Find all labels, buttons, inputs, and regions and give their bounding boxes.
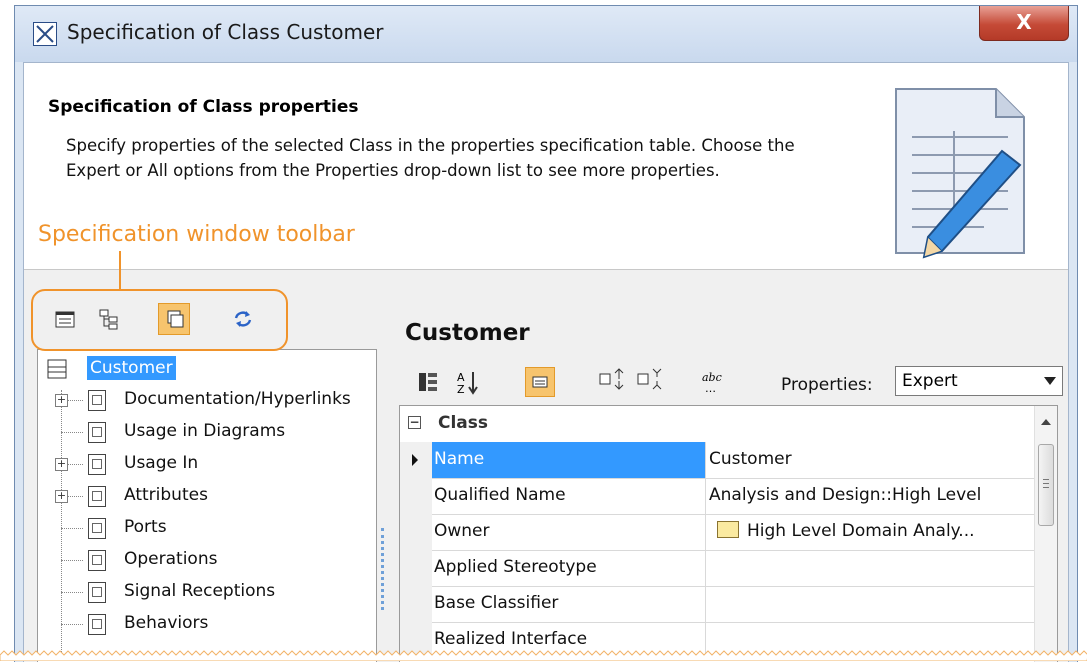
chevron-down-icon: [1044, 377, 1056, 385]
node-icon: [88, 518, 106, 539]
restore-window-icon[interactable]: [158, 303, 190, 335]
tree-item-attributes[interactable]: + Attributes: [38, 482, 368, 512]
property-name: Base Classifier: [432, 586, 706, 622]
annotation-connector: [119, 251, 121, 289]
property-grid[interactable]: − Class Name Customer Qualified Name Ana…: [399, 405, 1058, 662]
tree-item-label: Usage In: [124, 453, 199, 473]
grip-line: [1043, 479, 1049, 480]
tree-item-signal-receptions[interactable]: Signal Receptions: [38, 578, 368, 608]
tree-item-usage-in-diagrams[interactable]: Usage in Diagrams: [38, 418, 368, 448]
tree-item-usage-in[interactable]: + Usage In: [38, 450, 368, 480]
header-description: Specify properties of the selected Class…: [66, 136, 795, 180]
categorized-view-icon[interactable]: [413, 367, 443, 397]
row-gutter: [400, 550, 432, 586]
spelling-check-icon[interactable]: abc…: [699, 367, 729, 397]
property-row-qualified-name[interactable]: Qualified Name Analysis and Design::High…: [400, 478, 1035, 515]
property-name: Qualified Name: [432, 478, 706, 514]
node-icon: [88, 550, 106, 571]
header-title: Specification of Class properties: [48, 97, 359, 117]
node-icon: [88, 454, 106, 475]
tree-branch-line: [61, 528, 83, 529]
specification-icon: [33, 22, 57, 46]
title-bar[interactable]: Specification of Class Customer X: [15, 6, 1077, 62]
property-row-applied-stereotype[interactable]: Applied Stereotype: [400, 550, 1035, 587]
tree-item-ports[interactable]: Ports: [38, 514, 368, 544]
spec-element-title: Customer: [405, 320, 530, 346]
tree-branch-line: [61, 432, 83, 433]
refresh-icon[interactable]: [227, 303, 259, 335]
tree-item-operations[interactable]: Operations: [38, 546, 368, 576]
node-icon: [88, 486, 106, 507]
properties-dropdown-value: Expert: [902, 371, 958, 391]
property-row-owner[interactable]: Owner High Level Domain Analy...: [400, 514, 1035, 551]
tree-item-label: Usage in Diagrams: [124, 421, 286, 441]
pane-splitter[interactable]: [381, 528, 387, 610]
tree-root-customer[interactable]: Customer: [38, 354, 368, 384]
tree-branch-line: [61, 624, 83, 625]
property-row-name[interactable]: Name Customer: [400, 442, 1035, 479]
show-properties-icon[interactable]: [49, 303, 81, 335]
properties-dropdown[interactable]: Expert: [895, 366, 1063, 396]
row-gutter: [400, 442, 432, 478]
expand-icon[interactable]: +: [55, 394, 68, 407]
tree-item-label: Attributes: [124, 485, 208, 505]
show-tree-icon[interactable]: [93, 303, 125, 335]
node-icon: [88, 390, 106, 411]
document-pencil-icon: [884, 81, 1034, 261]
show-description-icon[interactable]: [525, 367, 555, 397]
class-icon: [47, 359, 67, 379]
group-label: Class: [438, 413, 489, 433]
expand-icon[interactable]: +: [55, 458, 68, 471]
collapse-all-icon[interactable]: [635, 367, 665, 397]
current-row-icon: [412, 454, 418, 466]
tree-item-label: Ports: [124, 517, 167, 537]
scrollbar-thumb[interactable]: [1038, 444, 1054, 526]
sort-alphabetical-icon[interactable]: AZ: [453, 367, 483, 397]
tree-root-label: Customer: [87, 356, 176, 380]
vertical-scrollbar[interactable]: [1034, 406, 1057, 662]
properties-label: Properties:: [781, 375, 873, 395]
property-name: Owner: [432, 514, 706, 550]
grip-line: [1043, 487, 1049, 488]
node-icon: [88, 582, 106, 603]
properties-toolbar: AZ abc… Properties: Expert: [407, 361, 1075, 405]
tree-item-label: Behaviors: [124, 613, 209, 633]
property-row-base-classifier[interactable]: Base Classifier: [400, 586, 1035, 623]
row-gutter: [400, 586, 432, 622]
svg-text:Z: Z: [457, 383, 465, 396]
row-gutter: [400, 478, 432, 514]
property-name: Applied Stereotype: [432, 550, 706, 586]
node-icon: [88, 422, 106, 443]
property-name: Name: [432, 442, 706, 478]
window-title: Specification of Class Customer: [67, 20, 384, 44]
collapse-icon[interactable]: −: [408, 416, 421, 429]
close-button[interactable]: X: [979, 6, 1069, 41]
specification-tree[interactable]: Customer + Documentation/Hyperlinks Usag…: [37, 349, 377, 662]
group-row-class[interactable]: − Class: [400, 406, 1035, 442]
toolbar-annotation-label: Specification window toolbar: [38, 222, 355, 247]
tree-item-label: Documentation/Hyperlinks: [124, 389, 351, 409]
scroll-up-icon[interactable]: [1041, 419, 1051, 425]
tree-item-label: Signal Receptions: [124, 581, 276, 601]
tree-item-documentation[interactable]: + Documentation/Hyperlinks: [38, 386, 368, 416]
tree-item-label: Operations: [124, 549, 218, 569]
expand-icon[interactable]: +: [55, 490, 68, 503]
owner-value: High Level Domain Analy...: [747, 521, 975, 541]
grip-line: [1043, 483, 1049, 484]
expand-all-icon[interactable]: [597, 367, 627, 397]
tree-branch-line: [61, 560, 83, 561]
node-icon: [88, 614, 106, 635]
package-folder-icon: [717, 521, 739, 538]
tree-item-behaviors[interactable]: Behaviors: [38, 610, 368, 640]
tree-branch-line: [61, 592, 83, 593]
svg-text:…: …: [705, 382, 716, 395]
row-gutter: [400, 514, 432, 550]
torn-edge: [0, 650, 1087, 661]
